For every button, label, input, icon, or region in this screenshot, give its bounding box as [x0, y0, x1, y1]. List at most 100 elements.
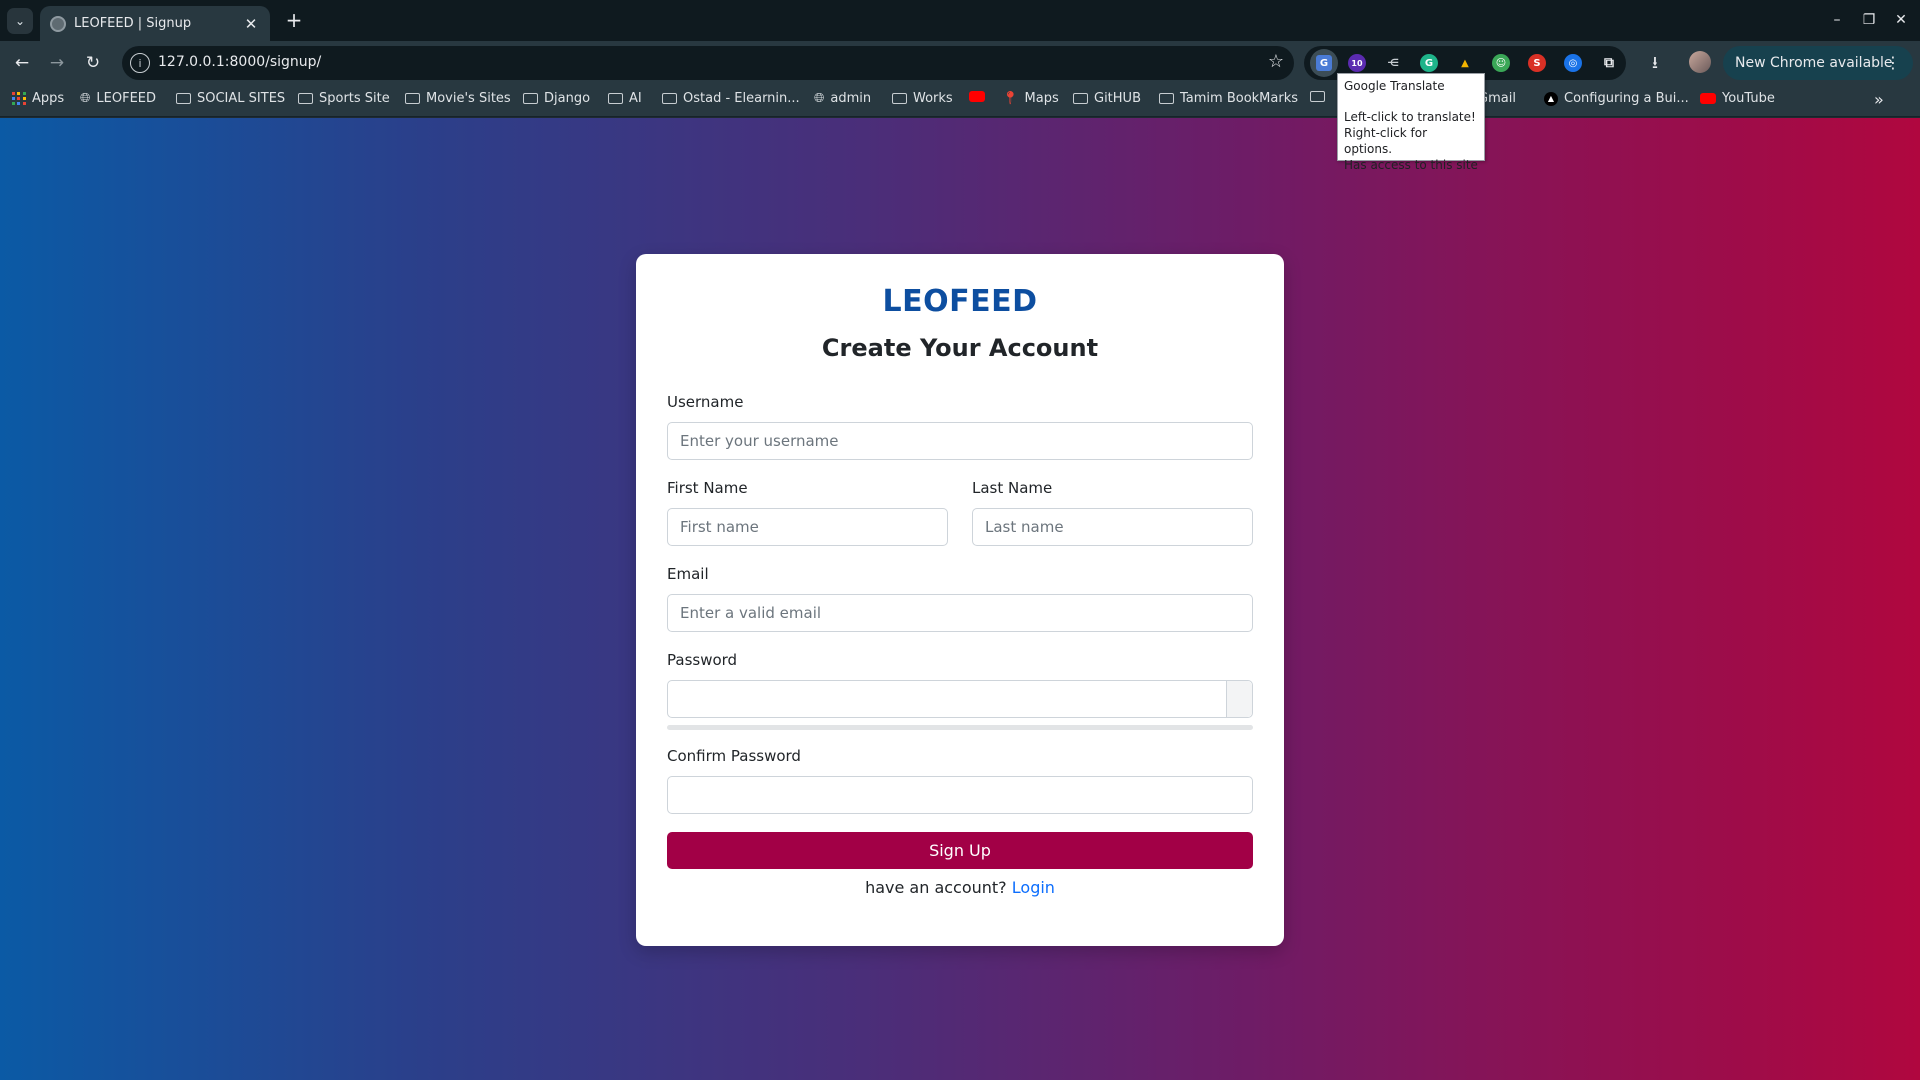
- password-toggle-button[interactable]: [1226, 681, 1252, 717]
- bookmark-ai[interactable]: AI: [608, 91, 642, 106]
- bookmark-star-icon[interactable]: ☆: [1268, 51, 1284, 72]
- google-drive-icon[interactable]: ▲: [1456, 54, 1474, 72]
- bookmark-label: Maps: [1024, 91, 1059, 106]
- bookmark-ostad[interactable]: Ostad - Elearnin...: [662, 91, 800, 106]
- tooltip-line: Has access to this site: [1344, 158, 1478, 172]
- site-info-icon[interactable]: i: [130, 53, 150, 73]
- bookmark-label: Movie's Sites: [426, 91, 511, 106]
- avatar[interactable]: [1689, 51, 1711, 73]
- extension-tooltip: Google Translate Left-click to translate…: [1337, 73, 1485, 172]
- signup-card: LEOFEED Create Your Account Username Ent…: [636, 254, 1284, 946]
- download-icon[interactable]: ⭳: [1652, 50, 1658, 79]
- bookmark-label: Configuring a Bui...: [1564, 91, 1689, 106]
- folder-icon: [1073, 93, 1088, 104]
- email-label: Email: [667, 565, 709, 583]
- bookmark-label: Django: [544, 91, 591, 106]
- android-icon[interactable]: ☺: [1492, 54, 1510, 72]
- reload-icon[interactable]: ↻: [80, 50, 106, 76]
- folder-icon: [1310, 91, 1325, 102]
- folder-icon: [1159, 93, 1174, 104]
- extension-share-icon[interactable]: ⋲: [1384, 54, 1402, 72]
- browser-toolbar: ← → ↻ i 127.0.0.1:8000/signup/ ☆ G 10 ⋲ …: [0, 41, 1920, 83]
- extension-badge-icon[interactable]: 10: [1348, 54, 1366, 72]
- bookmark-folder-hidden[interactable]: [1310, 91, 1331, 102]
- address-bar[interactable]: i 127.0.0.1:8000/signup/ ☆: [122, 46, 1294, 80]
- bookmark-movies-sites[interactable]: Movie's Sites: [405, 91, 511, 106]
- close-icon[interactable]: ✕: [242, 15, 260, 33]
- back-icon[interactable]: ←: [9, 50, 35, 76]
- username-input[interactable]: Enter your username: [667, 422, 1253, 460]
- new-tab-button[interactable]: +: [282, 8, 306, 32]
- tooltip-line: Left-click to translate!: [1344, 110, 1476, 124]
- brand-title: LEOFEED: [882, 284, 1038, 319]
- confirm-password-input[interactable]: [667, 776, 1253, 814]
- confirm-password-label: Confirm Password: [667, 747, 801, 765]
- bookmark-github[interactable]: GitHUB: [1073, 91, 1141, 106]
- triangle-icon: ▲: [1544, 91, 1558, 106]
- bookmark-label: LEOFEED: [96, 91, 157, 106]
- bookmark-maps[interactable]: 📍︎ Maps: [1002, 91, 1059, 106]
- globe-icon: 🌐︎: [814, 91, 825, 106]
- chevron-double-right-icon[interactable]: »: [1874, 90, 1884, 109]
- first-name-label: First Name: [667, 479, 748, 497]
- username-label: Username: [667, 393, 744, 411]
- chevron-down-icon: ⌄: [14, 14, 26, 28]
- password-input[interactable]: [667, 680, 1253, 718]
- apps-grid-icon: [12, 91, 26, 106]
- grammarly-icon[interactable]: G: [1420, 54, 1438, 72]
- forward-icon[interactable]: →: [44, 50, 70, 76]
- signup-button[interactable]: Sign Up: [667, 832, 1253, 869]
- password-label: Password: [667, 651, 738, 669]
- window-close-icon[interactable]: ✕: [1888, 8, 1914, 32]
- bookmark-label: SOCIAL SITES: [197, 91, 286, 106]
- more-icon: ⋮: [1885, 53, 1901, 72]
- bookmark-label: Ostad - Elearnin...: [683, 91, 800, 106]
- restore-icon[interactable]: ❐: [1856, 8, 1882, 32]
- login-prompt: have an account? Login: [636, 878, 1284, 897]
- puzzle-icon[interactable]: ⧉: [1600, 54, 1618, 72]
- first-name-input[interactable]: First name: [667, 508, 948, 546]
- bookmark-label: GitHUB: [1094, 91, 1141, 106]
- page-title: Create Your Account: [821, 334, 1099, 362]
- folder-icon: [892, 93, 907, 104]
- folder-icon: [523, 93, 538, 104]
- bookmark-configuring[interactable]: ▲ Configuring a Bui...: [1544, 91, 1689, 106]
- tab-strip: ⌄ LEOFEED | Signup ✕ + – ❐ ✕: [0, 0, 1920, 41]
- url-text[interactable]: 127.0.0.1:8000/signup/: [158, 54, 321, 70]
- google-translate-icon[interactable]: G: [1310, 49, 1338, 77]
- folder-icon: [405, 93, 420, 104]
- update-button[interactable]: New Chrome available ⋮: [1723, 46, 1913, 80]
- email-input[interactable]: Enter a valid email: [667, 594, 1253, 632]
- bookmark-label: Works: [913, 91, 953, 106]
- extension-badge-count: 10: [1351, 58, 1363, 68]
- tab-active[interactable]: LEOFEED | Signup ✕: [40, 6, 270, 41]
- last-name-label: Last Name: [972, 479, 1053, 497]
- youtube-icon: [1700, 93, 1716, 104]
- bookmark-leofeed[interactable]: 🌐︎ LEOFEED: [80, 91, 156, 106]
- bookmark-apps[interactable]: Apps: [12, 91, 64, 106]
- extension-red-icon[interactable]: S: [1528, 54, 1546, 72]
- bookmark-label: Sports Site: [319, 91, 390, 106]
- bookmark-social-sites[interactable]: SOCIAL SITES: [176, 91, 285, 106]
- bookmark-admin[interactable]: 🌐︎ admin: [814, 91, 871, 106]
- tab-search-button[interactable]: ⌄: [7, 8, 33, 34]
- last-name-input[interactable]: Last name: [972, 508, 1253, 546]
- globe-icon: [50, 15, 66, 32]
- bookmark-works[interactable]: Works: [892, 91, 953, 106]
- bookmark-youtube[interactable]: YouTube: [1700, 91, 1775, 106]
- minimize-icon[interactable]: –: [1824, 8, 1850, 32]
- login-link[interactable]: Login: [1012, 878, 1055, 897]
- page-background: LEOFEED Create Your Account Username Ent…: [0, 118, 1920, 1080]
- tab-title: LEOFEED | Signup: [74, 16, 192, 31]
- bookmark-youtube-shortcut[interactable]: [969, 91, 991, 102]
- bookmark-django[interactable]: Django: [523, 91, 590, 106]
- update-label: New Chrome available: [1735, 55, 1893, 71]
- globe-icon: 🌐︎: [80, 91, 91, 106]
- bookmark-tamim[interactable]: Tamim BookMarks: [1159, 91, 1298, 106]
- password-strength-bar: [667, 725, 1253, 730]
- bookmark-label: Tamim BookMarks: [1180, 91, 1299, 106]
- bookmark-sports-site[interactable]: Sports Site: [298, 91, 390, 106]
- maps-pin-icon: 📍︎: [1002, 91, 1019, 106]
- bookmark-label: YouTube: [1722, 91, 1775, 106]
- extension-blue-icon[interactable]: ◎: [1564, 54, 1582, 72]
